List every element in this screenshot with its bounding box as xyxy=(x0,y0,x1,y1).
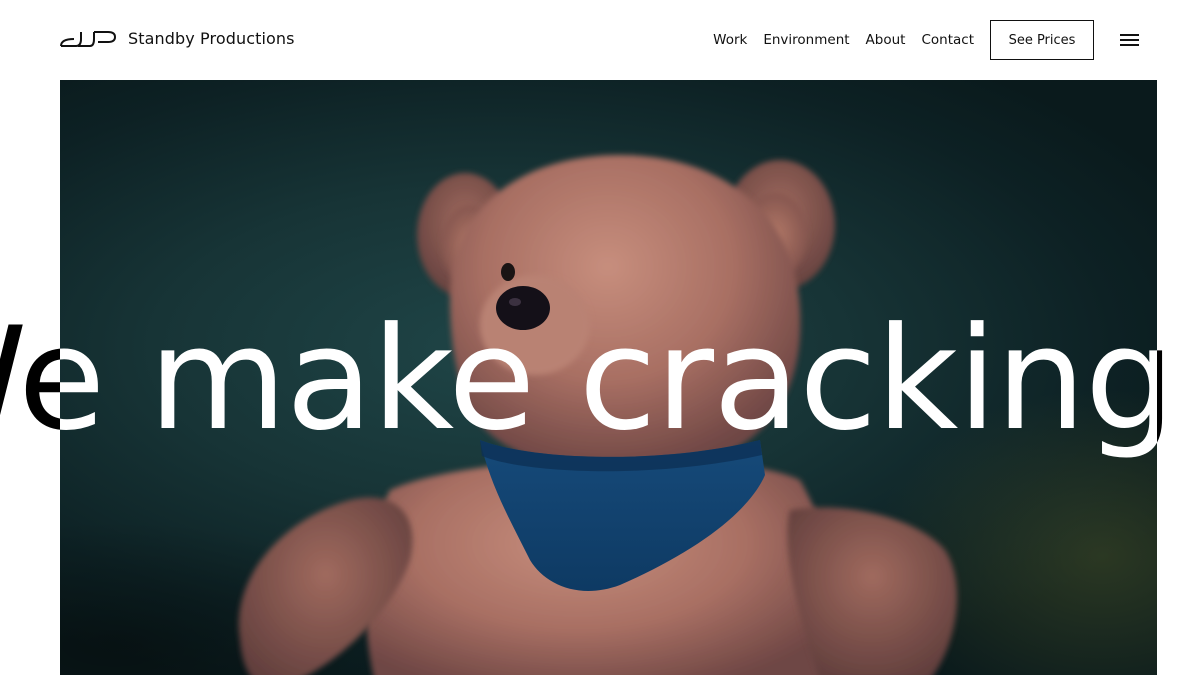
site-header: Standby Productions Work Environment Abo… xyxy=(0,0,1200,80)
brand-name: Standby Productions xyxy=(128,29,295,48)
standby-monogram-logo-icon xyxy=(60,31,116,47)
hero-marquee-inner: We make cracking films We make cracking … xyxy=(60,300,1157,460)
hamburger-menu-icon[interactable] xyxy=(1120,32,1140,48)
nav-link-environment[interactable]: Environment xyxy=(763,20,849,60)
menu-bar xyxy=(1120,34,1139,36)
brand-home-link[interactable]: Standby Productions xyxy=(60,28,295,50)
menu-bar xyxy=(1120,44,1139,46)
nav-link-about[interactable]: About xyxy=(866,20,906,60)
hero-headline: We make cracking films We make cracking … xyxy=(60,300,1157,460)
menu-bar xyxy=(1120,39,1139,41)
see-prices-button[interactable]: See Prices xyxy=(990,20,1094,60)
nav-link-contact[interactable]: Contact xyxy=(921,20,974,60)
nav-link-work[interactable]: Work xyxy=(713,20,747,60)
main-nav: Work Environment About Contact See Price… xyxy=(713,20,1140,60)
